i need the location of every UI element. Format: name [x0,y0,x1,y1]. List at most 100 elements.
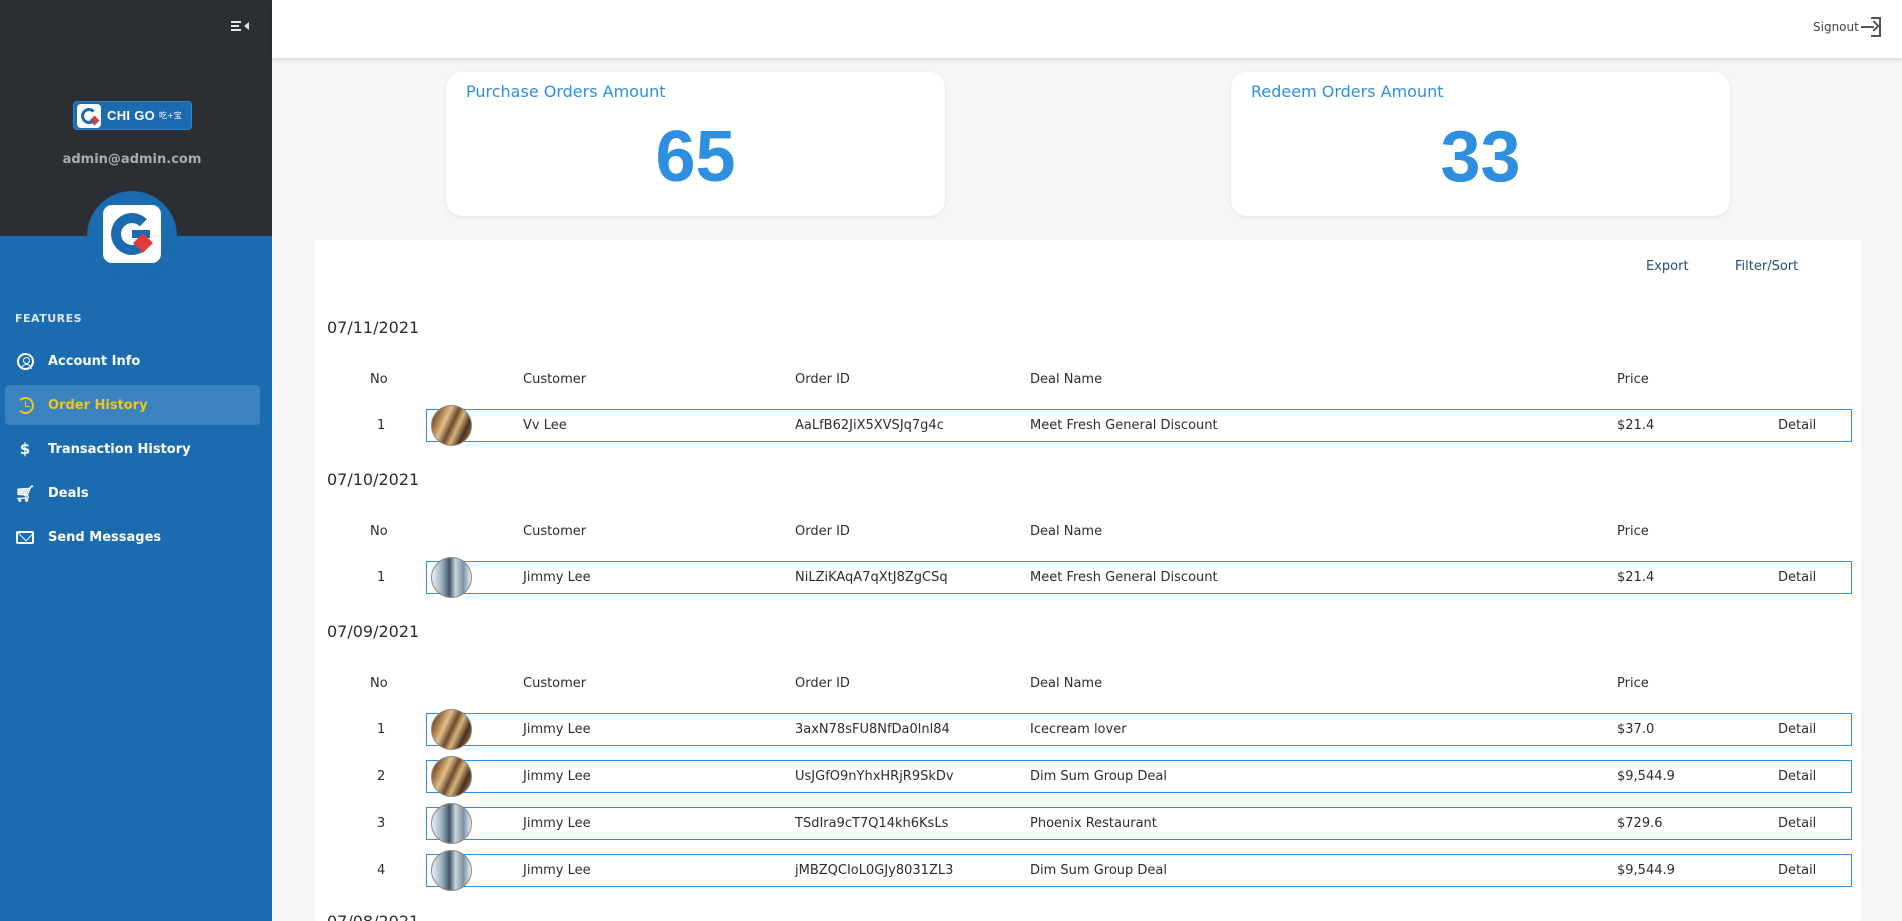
detail-link[interactable]: Detail [1778,769,1816,784]
price: $9,544.9 [1617,863,1675,878]
sidebar-item-transaction-history[interactable]: $ Transaction History [5,429,260,469]
filter-sort-button[interactable]: Filter/Sort [1735,259,1798,274]
row-number: 1 [377,418,386,433]
sidebar-item-label: Transaction History [48,441,191,457]
customer-avatar [431,850,472,891]
price: $9,544.9 [1617,769,1675,784]
table-row[interactable]: Jimmy Lee TSdIra9cT7Q14kh6KsLs Phoenix R… [426,807,1852,840]
mail-icon [16,528,34,546]
column-deal-name: Deal Name [1030,524,1103,539]
column-order-id: Order ID [795,372,850,387]
column-customer: Customer [523,676,587,691]
order-id: 3axN78sFU8NfDa0lnl84 [795,722,950,737]
brand-g-icon [77,103,101,128]
date-heading: 07/09/2021 [327,622,420,641]
price: $21.4 [1617,570,1655,585]
brand-chinese: 吃+宝 [159,111,182,120]
avatar [103,205,161,263]
order-id: jMBZQCIoL0GJy8031ZL3 [795,863,954,878]
detail-link[interactable]: Detail [1778,863,1816,878]
orders-panel: Export Filter/Sort 07/11/2021 No Custome… [315,240,1861,921]
sidebar-item-label: Account Info [48,353,141,369]
column-price: Price [1617,524,1649,539]
sidebar-item-label: Deals [48,485,89,501]
redeem-orders-value: 33 [1440,117,1521,197]
brand-name: CHI GO [107,108,156,123]
sidebar-item-order-history[interactable]: Order History [5,385,260,425]
dollar-icon: $ [19,440,31,458]
date-heading: 07/08/2021 [327,912,419,921]
table-row[interactable]: Jimmy Lee 3axN78sFU8NfDa0lnl84 Icecream … [426,713,1852,746]
purchase-orders-title: Purchase Orders Amount [466,82,666,101]
sidebar-item-label: Order History [48,397,148,413]
export-button[interactable]: Export [1646,259,1689,274]
date-heading: 07/11/2021 [327,318,420,337]
row-number: 4 [377,863,386,878]
column-deal-name: Deal Name [1030,676,1103,691]
detail-link[interactable]: Detail [1778,722,1816,737]
column-customer: Customer [523,372,587,387]
detail-link[interactable]: Detail [1778,418,1816,433]
signout-icon[interactable] [1861,17,1881,37]
customer-name: Jimmy Lee [523,570,591,585]
user-circle-icon [16,352,34,370]
signout-label: Signout [1813,20,1859,34]
customer-avatar [431,557,472,598]
customer-name: Vv Lee [523,418,567,433]
customer-avatar [431,756,472,797]
detail-link[interactable]: Detail [1778,816,1816,831]
features-label: FEATURES [15,312,83,325]
purchase-orders-value: 65 [655,117,736,197]
deal-name: Dim Sum Group Deal [1030,769,1168,784]
table-row[interactable]: Jimmy Lee UsJGfO9nYhxHRjR9SkDv Dim Sum G… [426,760,1852,793]
table-row[interactable]: Vv Lee AaLfB62JiX5XVSJq7g4c Meet Fresh G… [426,409,1852,442]
row-number: 1 [377,722,386,737]
menu-collapse-icon[interactable] [231,19,249,35]
customer-avatar [431,709,472,750]
customer-name: Jimmy Lee [523,722,591,737]
top-bar [272,0,1902,58]
admin-email: admin@admin.com [62,152,202,167]
column-order-id: Order ID [795,676,850,691]
order-id: AaLfB62JiX5XVSJq7g4c [795,418,944,433]
customer-avatar [431,803,472,844]
customer-avatar [431,405,472,446]
deal-name: Dim Sum Group Deal [1030,863,1168,878]
customer-name: Jimmy Lee [523,863,591,878]
column-no: No [370,524,388,539]
deal-name: Phoenix Restaurant [1030,816,1157,831]
cart-icon: 🛒︎ [14,483,36,503]
deal-name: Icecream lover [1030,722,1127,737]
history-icon [16,396,34,414]
row-number: 1 [377,570,386,585]
date-heading: 07/10/2021 [327,470,420,489]
sidebar-item-deals[interactable]: 🛒︎ Deals [5,473,260,513]
table-row[interactable]: Jimmy Lee NiLZiKAqA7qXtJ8ZgCSq Meet Fres… [426,561,1852,594]
price: $37.0 [1617,722,1655,737]
deal-name: Meet Fresh General Discount [1030,570,1218,585]
sidebar-item-label: Send Messages [48,529,162,545]
redeem-orders-title: Redeem Orders Amount [1251,82,1444,101]
redeem-orders-card: Redeem Orders Amount 33 [1231,72,1730,216]
row-number: 3 [377,816,386,831]
order-id: NiLZiKAqA7qXtJ8ZgCSq [795,570,948,585]
column-price: Price [1617,676,1649,691]
column-no: No [370,372,388,387]
purchase-orders-card: Purchase Orders Amount 65 [446,72,945,216]
sidebar-item-account-info[interactable]: Account Info [5,341,260,381]
price: $21.4 [1617,418,1655,433]
column-deal-name: Deal Name [1030,372,1103,387]
table-row[interactable]: Jimmy Lee jMBZQCIoL0GJy8031ZL3 Dim Sum G… [426,854,1852,887]
column-customer: Customer [523,524,587,539]
column-price: Price [1617,372,1649,387]
sidebar-nav: Account Info Order History $ Transaction… [5,341,260,561]
customer-name: Jimmy Lee [523,769,591,784]
column-no: No [370,676,388,691]
brand-logo: CHI GO 吃+宝 [73,101,192,130]
sidebar: CHI GO 吃+宝 admin@admin.com FEATURES Acco… [0,0,272,921]
signout-button[interactable]: Signout [1813,20,1860,34]
sidebar-item-send-messages[interactable]: Send Messages [5,517,260,557]
row-number: 2 [377,769,386,784]
order-id: UsJGfO9nYhxHRjR9SkDv [795,769,954,784]
detail-link[interactable]: Detail [1778,570,1816,585]
